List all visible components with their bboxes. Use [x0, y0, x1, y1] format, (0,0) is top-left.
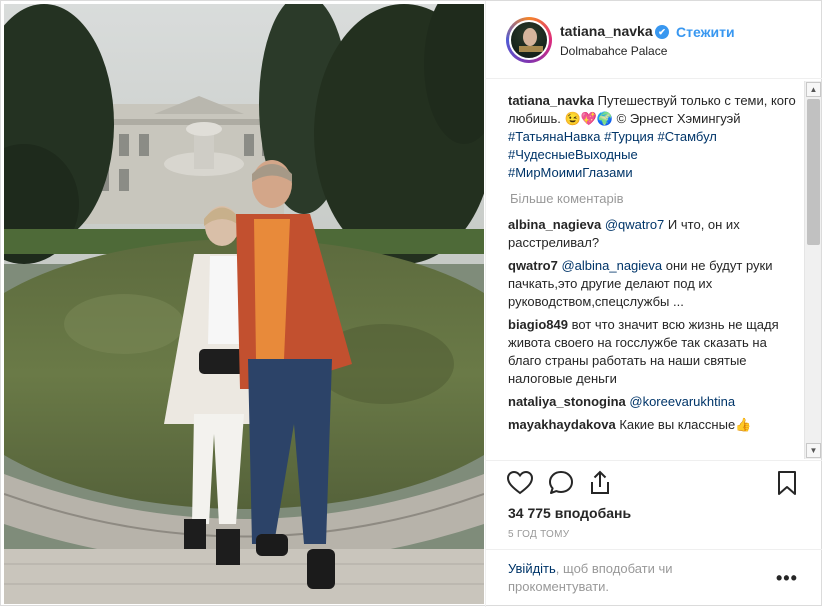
comment-username[interactable]: nataliya_stonogina: [508, 394, 626, 409]
post-header: tatiana_navka ✔ Стежити Dolmabahce Palac…: [486, 1, 822, 79]
avatar-face: [523, 28, 537, 46]
post-caption: tatiana_navka Путешествуй только с теми,…: [508, 92, 800, 182]
comment-item: qwatro7 @albina_nagieva они не будут рук…: [508, 257, 800, 311]
heart-icon[interactable]: [506, 469, 534, 497]
hashtag-link[interactable]: #ЧудесныеВыходные: [508, 147, 638, 162]
comment-text: Какие вы классные👍: [619, 417, 752, 432]
hashtag-link[interactable]: #Стамбул: [657, 129, 716, 144]
header-username[interactable]: tatiana_navka: [560, 23, 653, 39]
comment-username[interactable]: albina_nagieva: [508, 217, 601, 232]
login-link[interactable]: Увійдіть: [508, 561, 556, 576]
hashtag-link[interactable]: #Турция: [604, 129, 654, 144]
scroll-down-arrow-icon[interactable]: ▼: [806, 443, 821, 458]
hashtag-link[interactable]: #МирМоимиГлазами: [508, 165, 633, 180]
share-icon[interactable]: [586, 469, 614, 497]
more-options-icon[interactable]: •••: [776, 568, 798, 589]
avatar-text-decoration: [519, 46, 543, 52]
verified-badge-icon: ✔: [655, 25, 669, 39]
scrollbar-thumb[interactable]: [807, 99, 820, 245]
comments-scrollbar[interactable]: ▲ ▼: [804, 81, 821, 459]
avatar-story-ring[interactable]: [506, 17, 552, 63]
likes-count[interactable]: 34 775 вподобань: [508, 505, 631, 521]
comment-bubble-icon[interactable]: [547, 469, 575, 497]
post-actions: 34 775 вподобань 5 ГОД ТОМУ Увійдіть, що…: [486, 460, 822, 606]
photo-illustration: [4, 4, 484, 604]
load-more-comments-button[interactable]: Більше коментарів: [510, 190, 800, 208]
comment-item: albina_nagieva @qwatro7 И что, он их рас…: [508, 216, 800, 252]
comment-username[interactable]: biagio849: [508, 317, 568, 332]
hashtag-link[interactable]: #ТатьянаНавка: [508, 129, 600, 144]
post-photo[interactable]: [4, 4, 484, 604]
location-link[interactable]: Dolmabahce Palace: [560, 44, 667, 58]
post-details-panel: tatiana_navka ✔ Стежити Dolmabahce Palac…: [485, 1, 822, 607]
comment-item: nataliya_stonogina @koreevarukhtina: [508, 393, 800, 411]
comment-item: mayakhaydakova Какие вы классные👍: [508, 416, 800, 434]
follow-button[interactable]: Стежити: [676, 24, 735, 40]
comment-username[interactable]: mayakhaydakova: [508, 417, 616, 432]
caption-username[interactable]: tatiana_navka: [508, 93, 594, 108]
avatar[interactable]: [509, 20, 549, 60]
instagram-post: tatiana_navka ✔ Стежити Dolmabahce Palac…: [0, 0, 822, 607]
scroll-up-arrow-icon[interactable]: ▲: [806, 82, 821, 97]
comment-username[interactable]: qwatro7: [508, 258, 558, 273]
post-timestamp[interactable]: 5 ГОД ТОМУ: [508, 529, 569, 540]
comment-mention[interactable]: @qwatro7: [605, 217, 664, 232]
bookmark-icon[interactable]: [773, 469, 801, 497]
login-prompt-text: Увійдіть, щоб вподобати чи прокоментуват…: [508, 560, 748, 596]
comment-mention[interactable]: @albina_nagieva: [561, 258, 662, 273]
comment-mention[interactable]: @koreevarukhtina: [629, 394, 735, 409]
comments-list: tatiana_navka Путешествуй только с теми,…: [486, 80, 806, 460]
login-prompt: Увійдіть, щоб вподобати чи прокоментуват…: [486, 549, 822, 607]
comment-item: biagio849 вот что значит всю жизнь не ща…: [508, 316, 800, 388]
